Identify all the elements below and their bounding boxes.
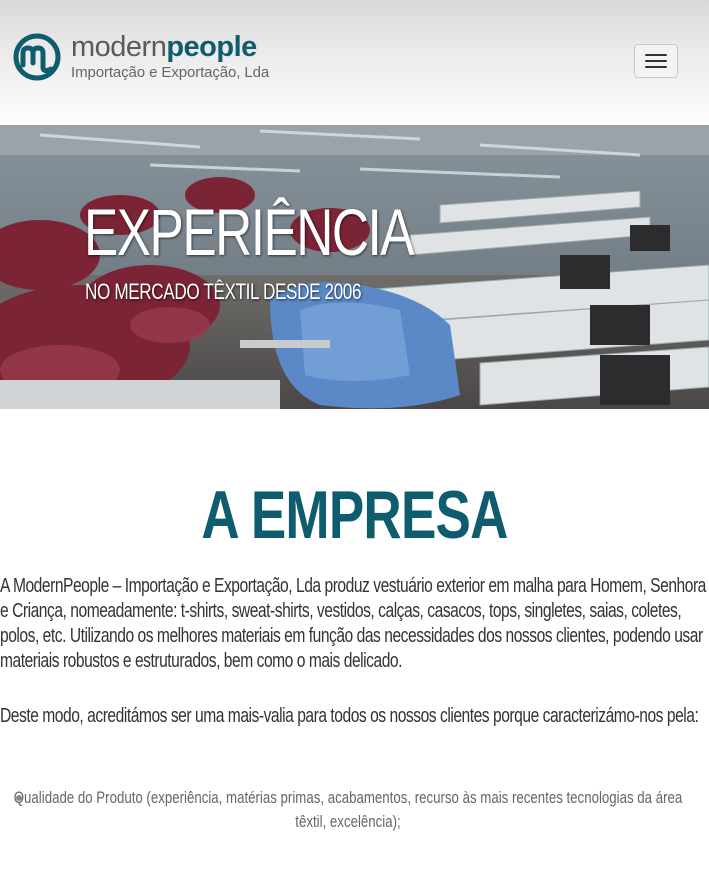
menu-toggle-button[interactable] bbox=[634, 44, 678, 78]
hamburger-line-icon bbox=[645, 66, 667, 68]
brand-tagline: Importação e Exportação, Lda bbox=[71, 64, 270, 81]
hamburger-line-icon bbox=[645, 54, 667, 56]
company-paragraph-1: A ModernPeople – Importação e Exportação… bbox=[0, 575, 706, 672]
section-title-company: A EMPRESA bbox=[201, 477, 508, 553]
logo-mark-icon bbox=[13, 33, 61, 81]
brand-name-part2: people bbox=[166, 31, 257, 63]
site-header: modernpeople Importação e Exportação, Ld… bbox=[0, 0, 709, 125]
company-paragraph-2: Deste modo, acreditámos ser uma mais-val… bbox=[0, 705, 699, 727]
list-item: Qualidade do Produto (experiência, matér… bbox=[0, 786, 709, 834]
list-item-text: Qualidade do Produto (experiência, matér… bbox=[13, 788, 683, 831]
hamburger-line-icon bbox=[645, 60, 667, 62]
brand-name-part1: modern bbox=[71, 31, 167, 63]
hero-title: EXPERIÊNCIA bbox=[84, 195, 415, 269]
hero-banner: EXPERIÊNCIA NO MERCADO TÊXTIL DESDE 2006 bbox=[0, 125, 709, 409]
quality-list: Qualidade do Produto (experiência, matér… bbox=[0, 786, 709, 834]
hero-subtitle: NO MERCADO TÊXTIL DESDE 2006 bbox=[85, 279, 362, 304]
company-content: A ModernPeople – Importação e Exportação… bbox=[0, 574, 709, 831]
company-logo[interactable]: modernpeople Importação e Exportação, Ld… bbox=[13, 33, 269, 81]
